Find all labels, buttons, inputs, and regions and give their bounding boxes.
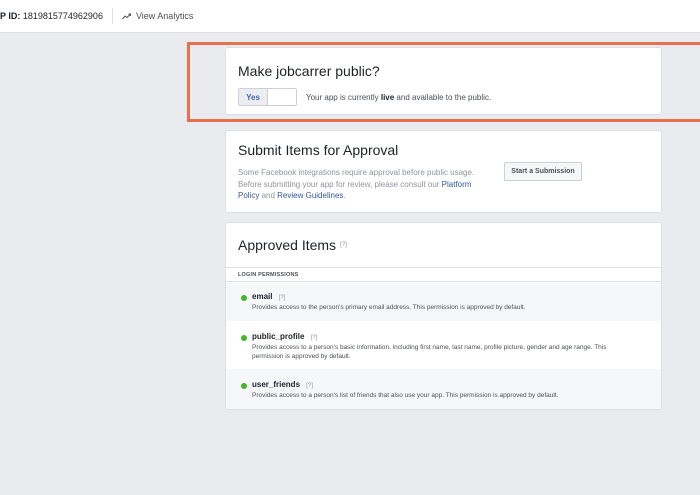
permission-help-link[interactable]: [?] (306, 383, 313, 389)
login-permissions-header: LOGIN PERMISSIONS (226, 267, 661, 282)
approved-status-dot (241, 335, 247, 341)
start-submission-button[interactable]: Start a Submission (504, 162, 582, 181)
view-analytics-label: View Analytics (135, 11, 194, 21)
permission-name-label: user_friends (252, 380, 301, 389)
review-guidelines-link[interactable]: Review Guidelines (277, 191, 343, 200)
permission-description: Provides access to a person's list of fr… (252, 392, 559, 399)
submit-desc-line1: Some Facebook integrations require appro… (238, 168, 475, 177)
permission-description: Provides access to a person's basic info… (252, 344, 607, 360)
approved-status-dot (241, 383, 247, 389)
divider (111, 8, 113, 24)
approved-items-card: Approved Items [?] LOGIN PERMISSIONS ema… (225, 222, 662, 410)
permission-name: user_friends [?] (252, 380, 661, 389)
permission-name: email [?] (252, 292, 661, 301)
submit-description: Some Facebook integrations require appro… (238, 167, 488, 202)
period: . (343, 191, 346, 200)
trend-line-icon (122, 13, 131, 19)
submit-desc-line2: Before submitting your app for review, p… (238, 179, 442, 189)
permission-item-email: email [?] Provides access to the person'… (226, 283, 661, 321)
approved-items-header: Approved Items [?] (238, 237, 347, 253)
app-id: P ID: 1819815774962906 (0, 11, 103, 21)
permission-help-link[interactable]: [?] (279, 295, 286, 301)
approved-status-dot (241, 295, 247, 301)
app-id-value: 1819815774962906 (22, 11, 103, 21)
approved-items-title: Approved Items (238, 237, 337, 253)
permission-name-label: email (252, 292, 273, 301)
submit-items-title: Submit Items for Approval (238, 142, 399, 158)
approved-help-link[interactable]: [?] (340, 242, 347, 248)
permission-name-label: public_profile (252, 332, 305, 341)
permission-help-link[interactable]: [?] (311, 335, 318, 341)
permission-description: Provides access to the person's primary … (252, 304, 526, 311)
permission-name: public_profile [?] (252, 332, 661, 341)
view-analytics-link[interactable]: View Analytics (122, 11, 193, 21)
and-text: and (259, 191, 278, 200)
submit-items-card: Submit Items for Approval Some Facebook … (225, 130, 662, 213)
app-id-label: P ID: (0, 11, 21, 21)
permission-item-public-profile: public_profile [?] Provides access to a … (226, 321, 661, 369)
highlight-box (187, 42, 700, 122)
top-bar: P ID: 1819815774962906 View Analytics (0, 0, 700, 33)
permission-item-user-friends: user_friends [?] Provides access to a pe… (226, 369, 661, 409)
